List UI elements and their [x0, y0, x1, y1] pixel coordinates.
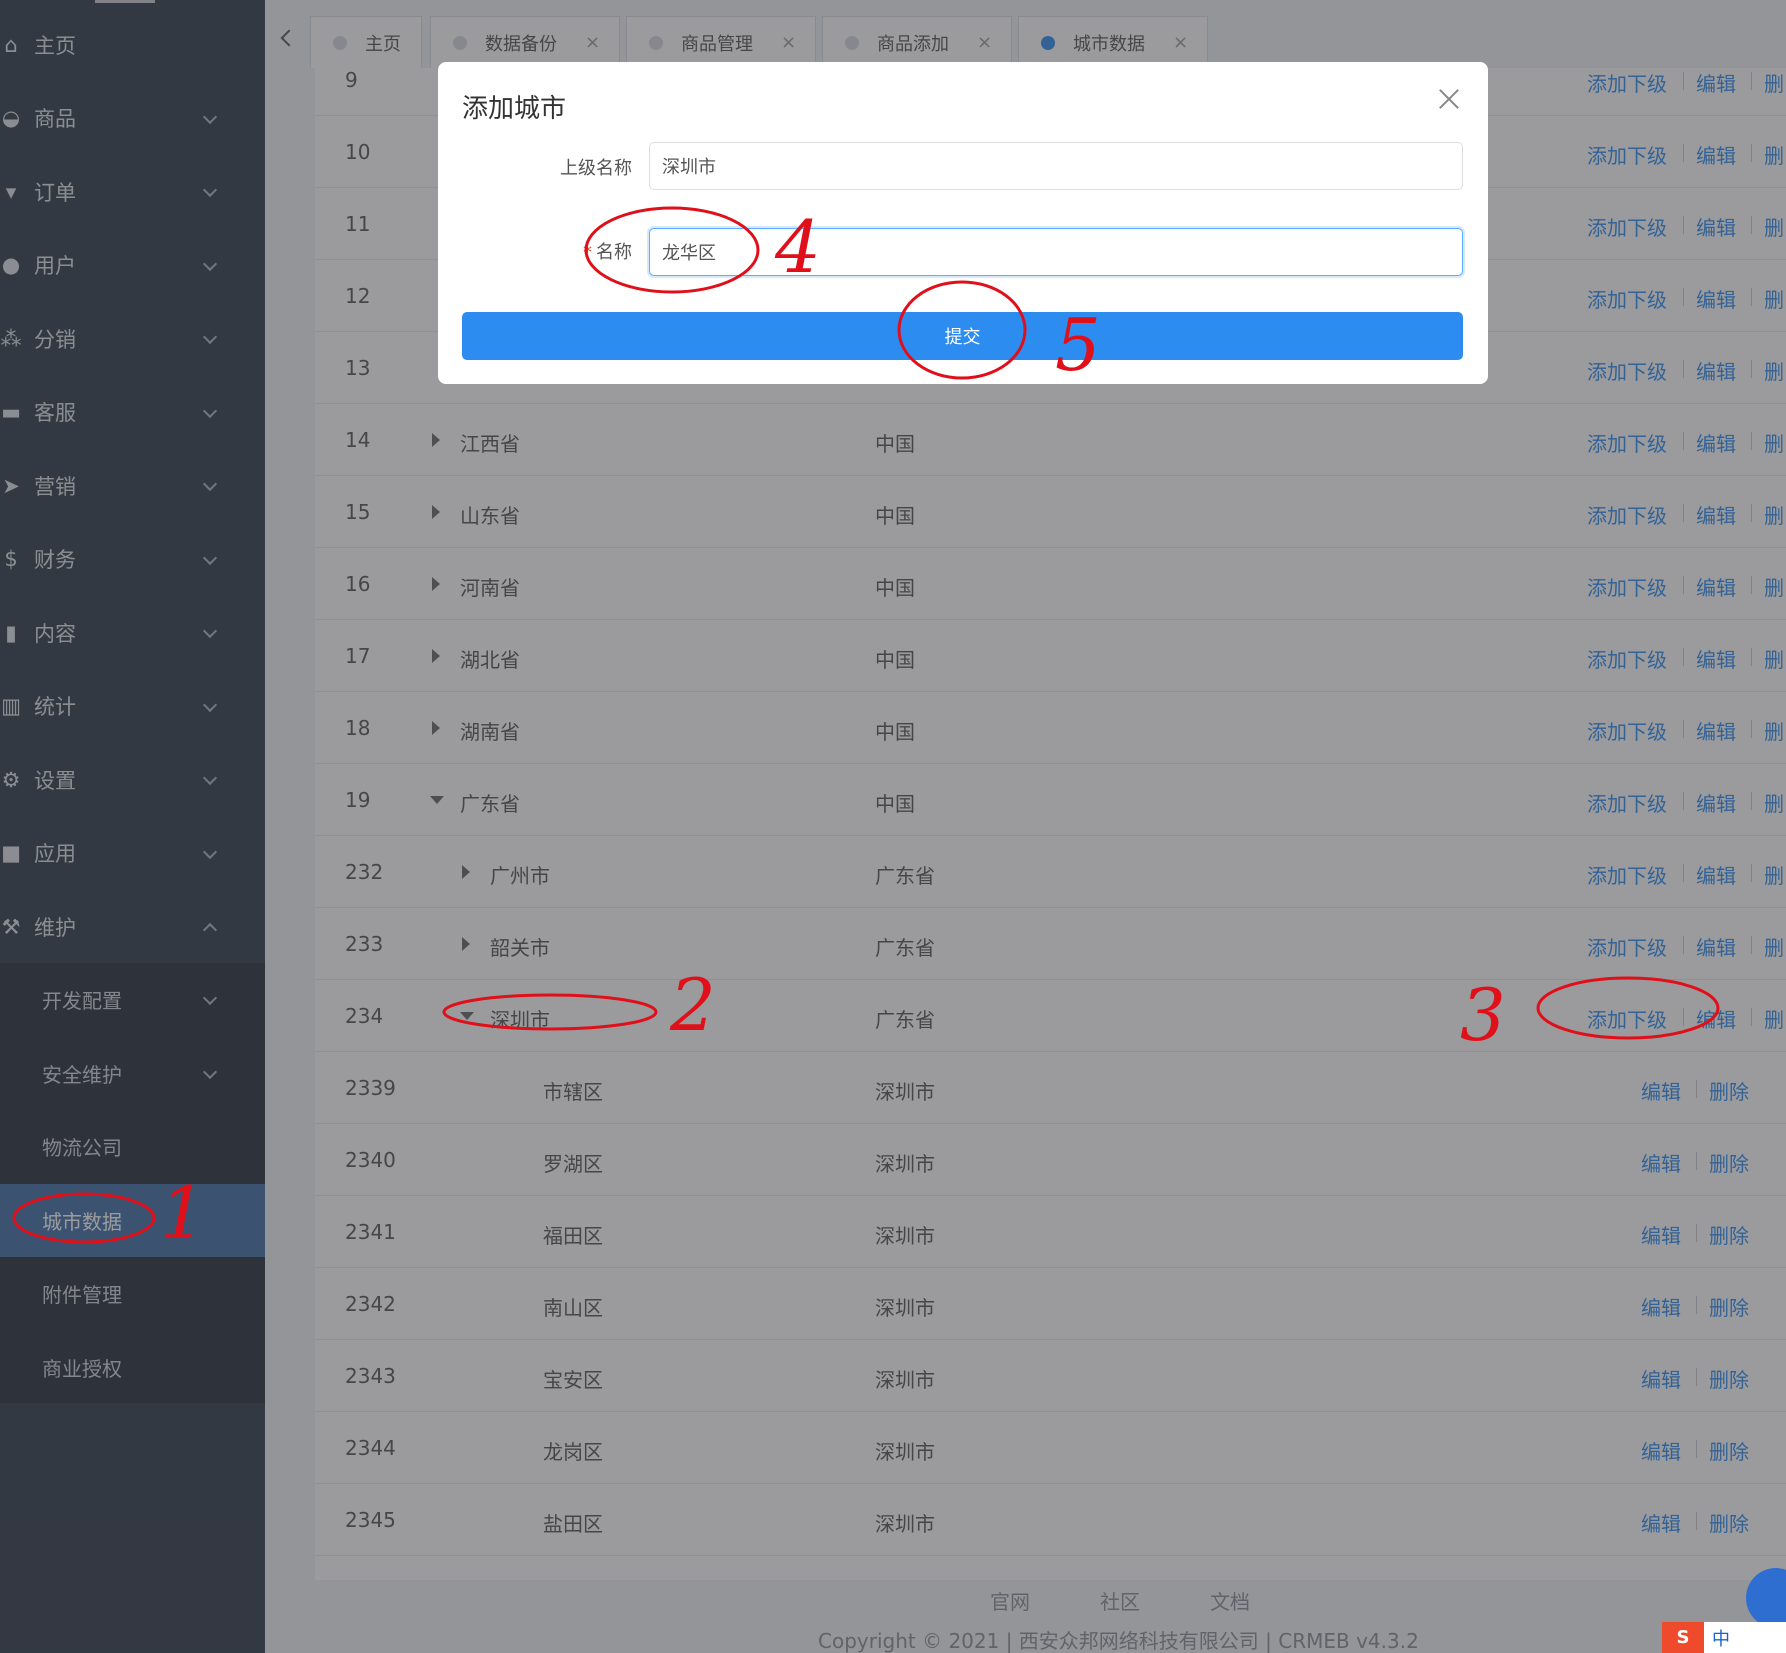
- name-label: * 名称: [482, 238, 632, 264]
- city-name-value: 龙华区: [662, 243, 716, 264]
- submit-button[interactable]: 提交: [462, 312, 1463, 360]
- name-label-text: 名称: [596, 242, 632, 263]
- required-mark: *: [583, 242, 592, 263]
- parent-name-label: 上级名称: [560, 158, 632, 179]
- close-icon[interactable]: [1436, 86, 1462, 112]
- ime-toolbar[interactable]: S中: [1662, 1622, 1786, 1653]
- ime-logo: S: [1662, 1622, 1704, 1653]
- parent-name-value: 深圳市: [662, 157, 716, 178]
- city-name-input[interactable]: 龙华区: [649, 228, 1463, 276]
- ime-mode: 中: [1712, 1628, 1730, 1650]
- modal-title: 添加城市: [462, 94, 567, 124]
- parent-name-input[interactable]: 深圳市: [649, 142, 1463, 190]
- add-city-modal: 添加城市 上级名称 深圳市 * 名称 龙华区 提交: [438, 62, 1488, 384]
